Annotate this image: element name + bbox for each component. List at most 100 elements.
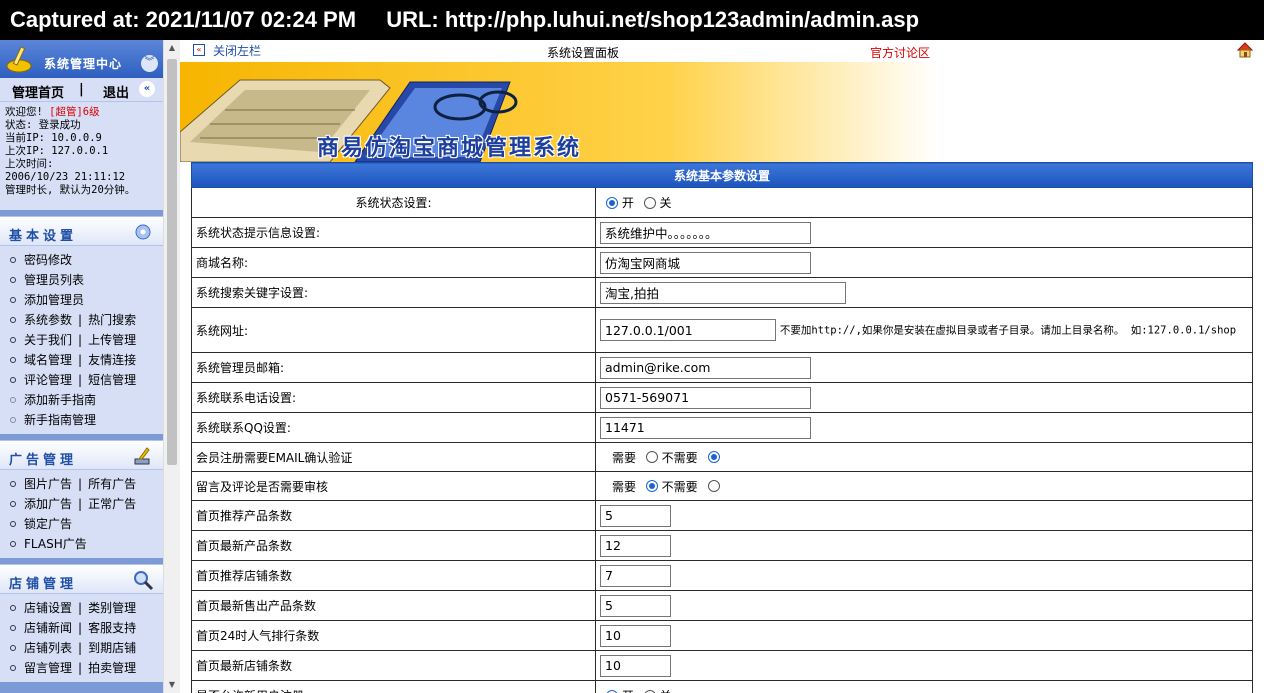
phone-input[interactable] xyxy=(600,386,811,409)
row-label: 首页推荐店铺条数 xyxy=(191,560,596,591)
menu-link[interactable]: 图片广告 xyxy=(24,477,72,491)
scroll-down-arrow-icon[interactable]: ▼ xyxy=(164,677,180,693)
need-label: 需要 xyxy=(612,450,637,465)
url-hint: 不要加http://,如果你是安装在虚拟目录或者子目录。请加上目录名称。 如:1… xyxy=(779,324,1237,337)
menu-link[interactable]: 锁定广告 xyxy=(24,517,72,531)
no-need-label: 不需要 xyxy=(661,450,698,465)
menu-link[interactable]: 所有广告 xyxy=(88,477,136,491)
menu-link[interactable]: FLASH广告 xyxy=(24,537,87,551)
table-row: 会员注册需要EMAIL确认验证 需要 不需要 xyxy=(191,442,1253,472)
nav-home-link[interactable]: 管理首页 xyxy=(12,82,64,101)
table-caption: 系统基本参数设置 xyxy=(191,162,1253,188)
menu-link[interactable]: 店铺列表 xyxy=(24,641,72,655)
capture-bar: Captured at: 2021/11/07 02:24 PM URL: ht… xyxy=(0,0,1264,40)
close-sidebar-link[interactable]: 关闭左栏 xyxy=(213,42,261,59)
row-label: 留言及评论是否需要审核 xyxy=(191,471,596,501)
menu-link[interactable]: 上传管理 xyxy=(88,333,136,347)
list-item: 店铺设置 | 类别管理 xyxy=(0,598,163,618)
double-chevron-left-icon[interactable]: « xyxy=(139,81,155,97)
bullet-icon xyxy=(10,416,16,423)
section-title: 广告管理 xyxy=(9,453,78,468)
collapse-chevron-icon[interactable]: ︾ xyxy=(141,55,158,72)
menu-link[interactable]: 短信管理 xyxy=(88,373,136,387)
scroll-thumb[interactable] xyxy=(167,59,177,465)
menu-link[interactable]: 新手指南管理 xyxy=(24,413,96,427)
row-label: 系统状态设置: xyxy=(191,187,596,218)
menu-link[interactable]: 评论管理 xyxy=(24,373,72,387)
bullet-icon xyxy=(10,296,16,303)
menu-link[interactable]: 友情连接 xyxy=(88,353,136,367)
table-row: 系统搜索关键字设置: xyxy=(191,277,1253,308)
bullet-icon xyxy=(10,664,16,671)
site-url-input[interactable] xyxy=(600,319,776,341)
table-row: 商城名称: xyxy=(191,247,1253,278)
menu-link[interactable]: 店铺设置 xyxy=(24,601,72,615)
forum-link[interactable]: 官方讨论区 xyxy=(870,44,930,61)
status-off-radio[interactable] xyxy=(643,196,656,209)
bullet-icon xyxy=(10,520,16,527)
menu-link[interactable]: 类别管理 xyxy=(88,601,136,615)
list-item: 锁定广告 xyxy=(0,514,163,534)
section-ad-list: 图片广告 | 所有广告 添加广告 | 正常广告 锁定广告 FLASH广告 xyxy=(0,470,163,558)
list-item: 添加新手指南 xyxy=(0,390,163,410)
status-label: 状态: xyxy=(5,119,33,131)
keywords-input[interactable] xyxy=(600,281,846,304)
menu-link[interactable]: 系统参数 xyxy=(24,313,72,327)
current-ip: 当前IP: 10.0.0.9 xyxy=(5,132,102,144)
shop-name-input[interactable] xyxy=(600,251,811,274)
popular-input[interactable] xyxy=(600,624,671,647)
bullet-icon xyxy=(10,316,16,323)
status-message-input[interactable] xyxy=(600,221,811,244)
scroll-up-arrow-icon[interactable]: ▲ xyxy=(164,40,180,56)
section-ad-management[interactable]: 广告管理 xyxy=(0,440,163,470)
menu-link[interactable]: 留言管理 xyxy=(24,661,72,675)
nav-logout-link[interactable]: 退出 xyxy=(103,82,129,101)
sidebar-nav: 管理首页 | 退出 « xyxy=(0,78,163,102)
left-sidebar: 系统管理中心 ︾ 管理首页 | 退出 « 欢迎您! [超管]6级 状态: 登录成… xyxy=(0,40,163,693)
menu-link[interactable]: 域名管理 xyxy=(24,353,72,367)
admin-email-input[interactable] xyxy=(600,356,811,379)
bullet-icon xyxy=(10,356,16,363)
row-label: 首页24时人气排行条数 xyxy=(191,620,596,651)
list-item: 店铺列表 | 到期店铺 xyxy=(0,638,163,658)
bullet-icon xyxy=(10,540,16,547)
sidebar-scrollbar[interactable]: ▲ ▼ xyxy=(163,40,180,693)
reg-email-no-need-radio[interactable] xyxy=(707,451,720,463)
allow-reg-off-radio[interactable] xyxy=(643,689,656,693)
list-item: 新手指南管理 xyxy=(0,410,163,430)
menu-link[interactable]: 热门搜索 xyxy=(88,313,136,327)
reg-email-need-radio[interactable] xyxy=(645,451,658,463)
qq-input[interactable] xyxy=(600,416,811,439)
menu-link[interactable]: 关于我们 xyxy=(24,333,72,347)
close-sidebar-icon[interactable]: « xyxy=(193,44,205,56)
new-products-input[interactable] xyxy=(600,534,671,557)
new-sold-input[interactable] xyxy=(600,594,671,617)
status-off-label: 关 xyxy=(659,196,672,210)
rec-shops-input[interactable] xyxy=(600,564,671,587)
section-basic-list: 密码修改 管理员列表 添加管理员 系统参数 | 热门搜索 关于我们 | 上传管理 域名管… xyxy=(0,246,163,434)
home-icon[interactable] xyxy=(1236,41,1254,59)
status-on-radio[interactable] xyxy=(606,196,618,209)
section-shop-management[interactable]: 店铺管理 xyxy=(0,564,163,594)
menu-link[interactable]: 拍卖管理 xyxy=(88,661,136,675)
menu-link[interactable]: 客服支持 xyxy=(88,621,136,635)
no-need-label: 不需要 xyxy=(661,479,698,494)
menu-link[interactable]: 店铺新闻 xyxy=(24,621,72,635)
menu-link[interactable]: 正常广告 xyxy=(88,497,136,511)
menu-link[interactable]: 密码修改 xyxy=(24,253,72,267)
menu-link[interactable]: 添加管理员 xyxy=(24,293,84,307)
bullet-icon xyxy=(10,376,16,383)
menu-link[interactable]: 到期店铺 xyxy=(88,641,136,655)
rec-products-input[interactable] xyxy=(600,504,671,527)
new-shops-input[interactable] xyxy=(600,654,671,677)
section-basic-settings[interactable]: 基本设置 xyxy=(0,216,163,246)
menu-link[interactable]: 添加广告 xyxy=(24,497,72,511)
review-no-need-radio[interactable] xyxy=(707,480,720,492)
settings-form: 系统基本参数设置 系统状态设置: 开 关 系统状态提示信息设置: 商城名称: 系… xyxy=(191,162,1253,693)
menu-link[interactable]: 管理员列表 xyxy=(24,273,84,287)
allow-reg-on-radio[interactable] xyxy=(606,689,618,693)
review-need-radio[interactable] xyxy=(645,480,658,492)
gear-settings-icon xyxy=(135,224,151,240)
menu-link[interactable]: 添加新手指南 xyxy=(24,393,96,407)
need-label: 需要 xyxy=(612,479,637,494)
